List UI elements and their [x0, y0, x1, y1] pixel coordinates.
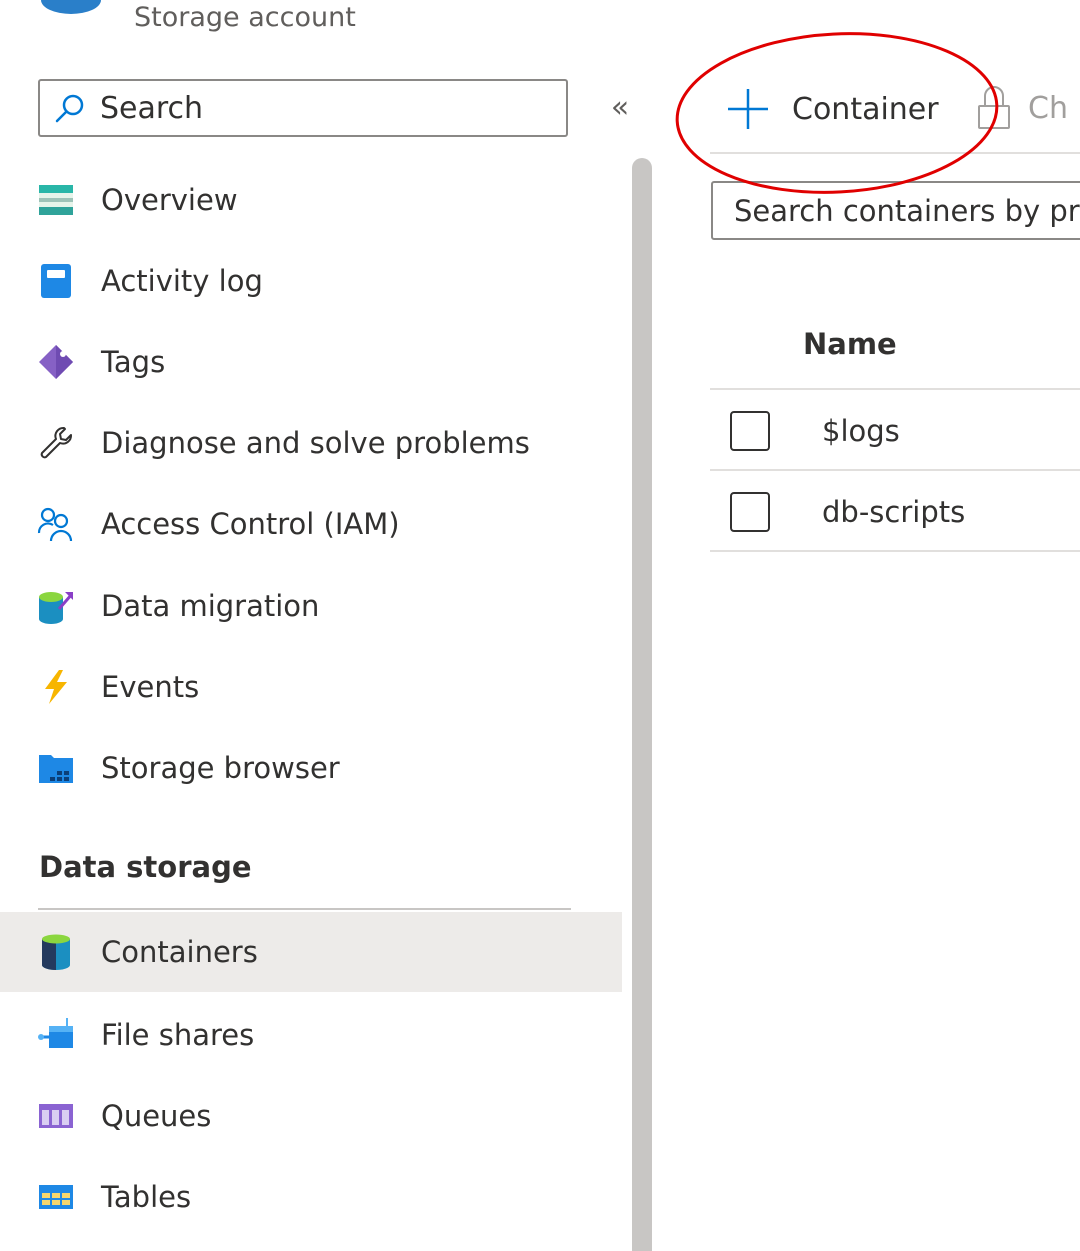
sidebar-item-tags[interactable]: Tags	[0, 322, 622, 402]
table-row[interactable]: db-scripts	[710, 472, 1080, 552]
container-filter-input[interactable]	[734, 193, 1080, 228]
file-shares-icon	[37, 1016, 75, 1054]
data-migration-icon	[37, 587, 75, 625]
sidebar-item-file-shares[interactable]: File shares	[0, 995, 622, 1075]
table-row-divider	[710, 550, 1080, 552]
change-access-level-button[interactable]: Ch	[976, 80, 1068, 136]
sidebar-item-queues[interactable]: Queues	[0, 1076, 622, 1156]
container-name[interactable]: db-scripts	[822, 495, 965, 529]
overview-icon	[37, 181, 75, 219]
resource-type-label: Storage account	[134, 2, 356, 33]
container-name[interactable]: $logs	[822, 414, 900, 448]
sidebar-item-activity-log[interactable]: Activity log	[0, 241, 622, 321]
tables-icon	[37, 1178, 75, 1216]
tag-icon	[37, 343, 75, 381]
row-checkbox[interactable]	[730, 411, 770, 451]
sidebar-item-data-migration[interactable]: Data migration	[0, 566, 622, 646]
sidebar-scrollbar-thumb[interactable]	[632, 158, 652, 1251]
section-title-data-storage: Data storage	[39, 850, 252, 884]
storage-browser-icon	[37, 749, 75, 787]
section-divider	[38, 908, 571, 910]
sidebar-item-iam[interactable]: Access Control (IAM)	[0, 484, 622, 564]
sidebar-item-diagnose[interactable]: Diagnose and solve problems	[0, 403, 622, 483]
people-icon	[37, 505, 75, 543]
wrench-icon	[37, 424, 75, 462]
sidebar-item-overview[interactable]: Overview	[0, 160, 622, 240]
activity-log-icon	[37, 262, 75, 300]
column-header-name[interactable]: Name	[803, 327, 897, 361]
container-filter-box[interactable]	[711, 181, 1080, 240]
sidebar-item-events[interactable]: Events	[0, 647, 622, 727]
lock-icon	[978, 86, 1010, 129]
storage-account-icon	[41, 0, 101, 14]
add-container-button[interactable]: Container	[726, 84, 939, 134]
sidebar-search-input[interactable]	[100, 90, 520, 126]
search-icon	[55, 94, 84, 123]
collapse-sidebar-button[interactable]: «	[602, 88, 638, 128]
table-row-divider	[710, 469, 1080, 471]
sidebar-item-containers[interactable]: Containers	[0, 912, 622, 992]
sidebar-item-storage-browser[interactable]: Storage browser	[0, 728, 622, 808]
table-row[interactable]: $logs	[710, 391, 1080, 471]
row-checkbox[interactable]	[730, 492, 770, 532]
sidebar-item-tables[interactable]: Tables	[0, 1157, 622, 1237]
toolbar-divider	[710, 152, 1080, 154]
lightning-icon	[37, 668, 75, 706]
queues-icon	[37, 1097, 75, 1135]
plus-icon	[728, 89, 768, 129]
table-header-divider	[710, 388, 1080, 390]
containers-icon	[37, 933, 75, 971]
sidebar-search[interactable]	[38, 79, 568, 137]
